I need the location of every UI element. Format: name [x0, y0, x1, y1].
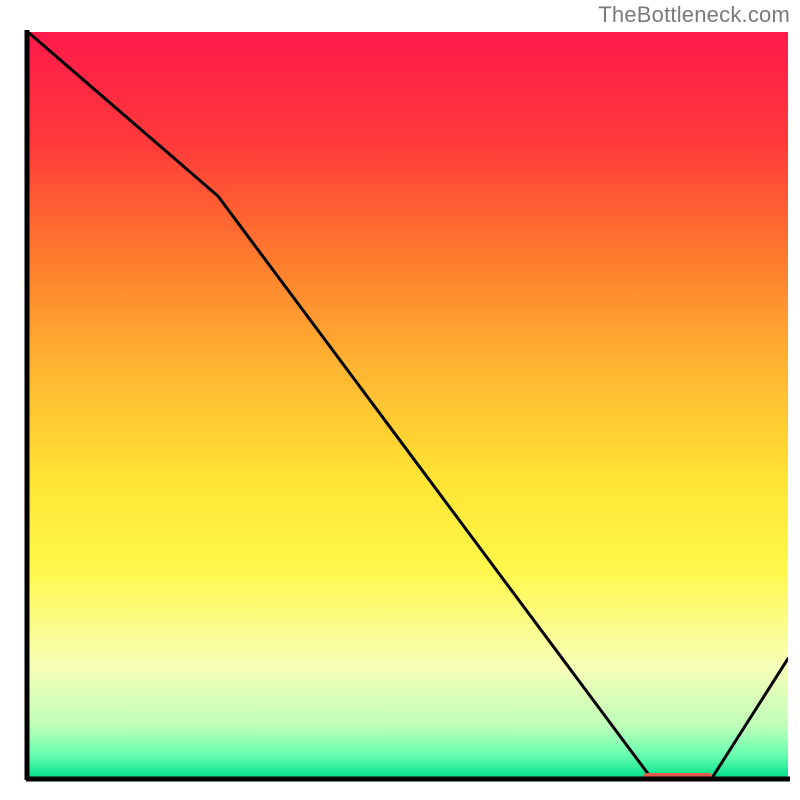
bottleneck-chart: [0, 0, 800, 800]
chart-container: TheBottleneck.com: [0, 0, 800, 800]
plot-background: [28, 32, 788, 778]
watermark-text: TheBottleneck.com: [598, 2, 790, 28]
